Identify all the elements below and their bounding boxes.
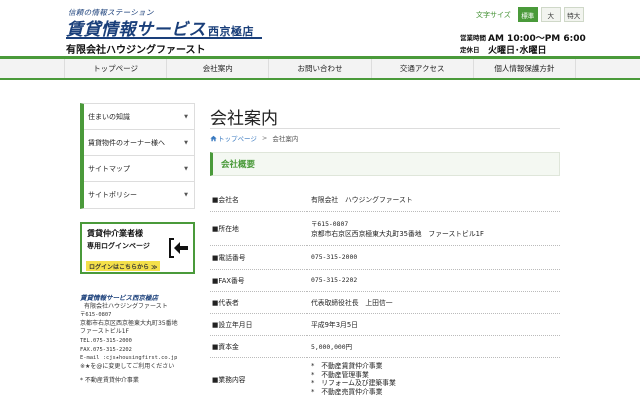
sidebar-menu: 住まいの知識 ▼ 賃貸物件のオーナー様へ ▼ サイトマップ ▼ サイトポリシー ▼ (80, 103, 195, 209)
sidebar-item-knowledge[interactable]: 住まいの知識 ▼ (84, 104, 194, 130)
table-row: ■設立年月日 平成9年3月5日 (210, 313, 560, 336)
table-row: ■資本金 5,000,000円 (210, 335, 560, 358)
sidebar-item-sitemap[interactable]: サイトマップ ▼ (84, 156, 194, 182)
nav-item-contact[interactable]: お問い合わせ (268, 59, 370, 78)
home-icon (210, 135, 217, 141)
table-row: ■会社名 有限会社 ハウジングファースト (210, 187, 560, 212)
info-extra: * 不動産賃貸仲介事業 (80, 377, 139, 385)
info-zip: 〒615-0807 (80, 312, 112, 319)
global-nav: トップページ 会社案内 お問い合わせ 交通アクセス 個人情報保護方針 (0, 59, 640, 80)
row-value-address: 京都市右京区西京極東大丸町35番地 ファーストビル1F (311, 229, 484, 238)
banner-title: 賃貸仲介業者様 (87, 229, 143, 238)
breadcrumb-home-link[interactable]: トップページ (210, 133, 257, 143)
table-row: ■FAX番号 075-315-2202 (210, 269, 560, 292)
title-divider (210, 128, 560, 129)
table-row: ■電話番号 075-315-2000 (210, 245, 560, 270)
row-value: 有限会社 ハウジングファースト (307, 187, 560, 212)
triangle-down-icon: ▼ (184, 165, 188, 172)
sidebar-item-owners[interactable]: 賃貸物件のオーナー様へ ▼ (84, 130, 194, 156)
info-tel: TEL.075-315-2000 (80, 337, 132, 344)
breadcrumb-current: 会社案内 (272, 135, 299, 143)
info-address2: ファーストビル1F (80, 328, 129, 336)
row-key: ■電話番号 (210, 245, 307, 270)
site-header: 信頼の情報ステーション 賃貸情報サービス 西京極店 有限会社ハウジングファースト … (0, 0, 640, 56)
sidebar-item-label: サイトポリシー (88, 191, 137, 199)
list-item: * 不動産管理事業 (311, 370, 369, 379)
section-heading: 会社概要 (210, 152, 560, 176)
info-fax: FAX.075-315-2202 (80, 346, 132, 353)
triangle-down-icon: ▼ (184, 139, 188, 146)
row-key: ■代表者 (210, 291, 307, 314)
table-row: ■代表者 代表取締役社長 上田信一 (210, 291, 560, 314)
sidebar-item-policy[interactable]: サイトポリシー ▼ (84, 182, 194, 208)
table-row: ■所在地 〒615-0807 京都市右京区西京極東大丸町35番地 ファーストビル… (210, 211, 560, 246)
font-size-switcher: 文字サイズ 標準 大 特大 (476, 7, 584, 22)
sidebar-item-label: 賃貸物件のオーナー様へ (88, 138, 165, 147)
holiday-label: 定休日 (460, 46, 480, 54)
hours-label: 営業時間 (460, 34, 486, 42)
page-title: 会社案内 (210, 109, 278, 129)
sidebar-item-label: 住まいの知識 (88, 112, 130, 121)
info-email[interactable]: E-mail :cjs★housingfirst.co.jp (80, 354, 200, 363)
row-value: 075-315-2202 (307, 269, 560, 292)
sidebar-company-info: 賃貸情報サービス西京極店 有限会社ハウジングファースト 〒615-0807 京都… (80, 294, 200, 386)
font-size-large-button[interactable]: 大 (540, 7, 561, 22)
banner-login-button[interactable]: ログインはこちらから ≫ (86, 261, 161, 271)
business-list: * 不動産賃貸仲介事業 * 不動産管理事業 * リフォーム及び建築事業 * 不動… (311, 362, 556, 396)
row-value: 075-315-2000 (307, 245, 560, 270)
breadcrumb-separator: > (261, 134, 268, 142)
logo-underline (66, 37, 262, 39)
sidebar-item-label: サイトマップ (88, 164, 130, 173)
triangle-down-icon: ▼ (184, 113, 188, 120)
info-title: 賃貸情報サービス西京極店 (80, 294, 158, 302)
banner-subtitle: 専用ログインページ (87, 242, 150, 250)
nav-item-top[interactable]: トップページ (64, 59, 166, 78)
font-size-xlarge-button[interactable]: 特大 (563, 7, 584, 22)
nav-item-privacy[interactable]: 個人情報保護方針 (472, 59, 577, 78)
nav-item-company[interactable]: 会社案内 (166, 59, 268, 78)
font-size-standard-button[interactable]: 標準 (517, 7, 538, 22)
agent-login-banner[interactable]: 賃貸仲介業者様 専用ログインページ ログインはこちらから ≫ (80, 222, 195, 274)
business-hours: 営業時間 AM 10:00〜PM 6:00 定休日 火曜日･水曜日 (460, 31, 586, 56)
row-key: ■所在地 (210, 211, 307, 246)
row-key: ■設立年月日 (210, 313, 307, 336)
row-value: 代表取締役社長 上田信一 (307, 291, 560, 314)
company-info-table: ■会社名 有限会社 ハウジングファースト ■所在地 〒615-0807 京都市右… (210, 187, 560, 400)
row-key: ■資本金 (210, 335, 307, 358)
table-row: ■業務内容 * 不動産賃貸仲介事業 * 不動産管理事業 * リフォーム及び建築事… (210, 357, 560, 400)
info-note: ※★を@に変更してご利用ください (80, 362, 175, 370)
login-arrow-icon (169, 238, 188, 258)
company-name: 有限会社ハウジングファースト (66, 45, 206, 56)
row-key: ■業務内容 (210, 357, 307, 400)
list-item: * リフォーム及び建築事業 (311, 379, 396, 387)
row-key: ■会社名 (210, 187, 307, 212)
font-size-label: 文字サイズ (476, 10, 511, 19)
row-value: 平成9年3月5日 (307, 313, 560, 336)
holiday-value: 火曜日･水曜日 (488, 45, 547, 56)
nav-item-access[interactable]: 交通アクセス (370, 59, 473, 78)
breadcrumb-home-label: トップページ (218, 135, 257, 143)
triangle-down-icon: ▼ (184, 192, 188, 198)
row-value: 5,000,000円 (307, 335, 560, 358)
list-item: * 不動産賃貸仲介事業 (311, 362, 383, 370)
row-value-zip: 〒615-0807 (311, 219, 349, 228)
list-item: * 不動産売買仲介事業 (311, 387, 383, 396)
info-company: 有限会社ハウジングファースト (84, 302, 168, 310)
breadcrumb: トップページ > 会社案内 (210, 133, 298, 143)
row-key: ■FAX番号 (210, 269, 307, 292)
